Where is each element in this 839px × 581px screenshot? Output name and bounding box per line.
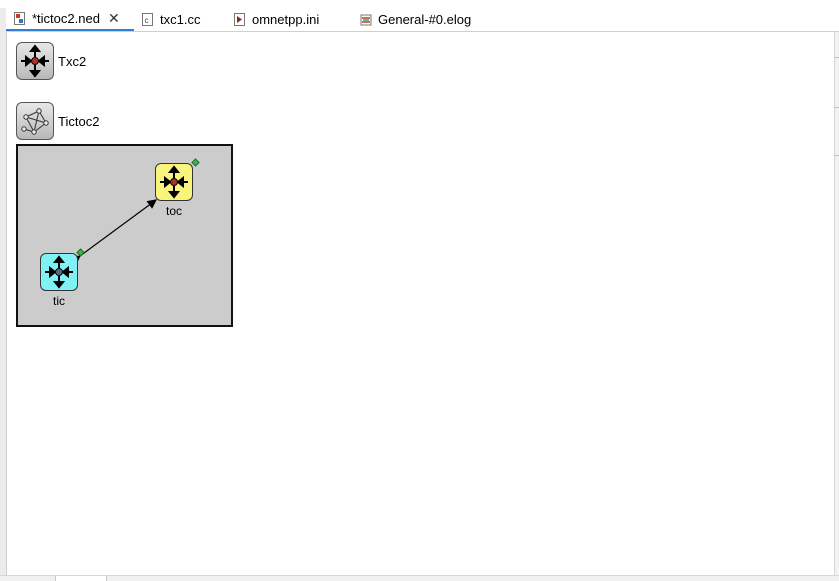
simple-module-icon	[160, 165, 188, 199]
ini-file-icon	[234, 13, 246, 26]
connection-tic-toc[interactable]	[70, 199, 157, 265]
ned-file-icon	[14, 12, 26, 25]
editor-window: *tictoc2.ned ✕ c txc1.cc omnetpp.ini Gen…	[0, 0, 839, 581]
bottom-tab-graphical[interactable]	[55, 576, 107, 581]
editor-bottom-tabs[interactable]	[0, 575, 839, 581]
gate-icon	[191, 158, 200, 167]
type-name: Txc2	[58, 53, 87, 69]
right-scroll-gutter[interactable]	[834, 32, 839, 580]
gutter-mark	[835, 107, 839, 108]
submodule-label: tic	[53, 294, 65, 308]
elog-file-icon	[360, 13, 372, 26]
left-gutter	[0, 8, 7, 580]
submodule-label: toc	[165, 204, 182, 218]
simple-module-icon	[16, 42, 54, 80]
cpp-file-icon: c	[142, 13, 154, 26]
submodule-tic[interactable]	[40, 253, 78, 291]
network-icon	[16, 102, 54, 140]
tab-label: *tictoc2.ned	[32, 11, 100, 26]
submodule-toc[interactable]	[155, 163, 193, 201]
simple-module-icon	[45, 255, 73, 289]
type-txc2[interactable]: Txc2	[16, 42, 86, 80]
tab-txc1-cc[interactable]: c txc1.cc	[134, 8, 226, 31]
network-compound-module[interactable]: toc tic	[16, 144, 233, 327]
type-name: Tictoc2	[58, 113, 100, 129]
gutter-mark	[835, 57, 839, 58]
type-tictoc2[interactable]: Tictoc2	[16, 102, 99, 140]
tab-label: omnetpp.ini	[252, 12, 320, 27]
tab-tictoc2-ned[interactable]: *tictoc2.ned ✕	[6, 8, 134, 31]
editor-tab-bar: *tictoc2.ned ✕ c txc1.cc omnetpp.ini Gen…	[6, 8, 839, 32]
svg-text:c: c	[145, 16, 149, 25]
tab-general-elog[interactable]: General-#0.elog	[346, 8, 498, 31]
gutter-mark	[835, 155, 839, 156]
tab-omnetpp-ini[interactable]: omnetpp.ini	[226, 8, 346, 31]
gate-icon	[76, 248, 85, 257]
tab-label: txc1.cc	[160, 12, 201, 27]
tab-label: General-#0.elog	[378, 12, 472, 27]
close-icon[interactable]: ✕	[108, 10, 120, 27]
